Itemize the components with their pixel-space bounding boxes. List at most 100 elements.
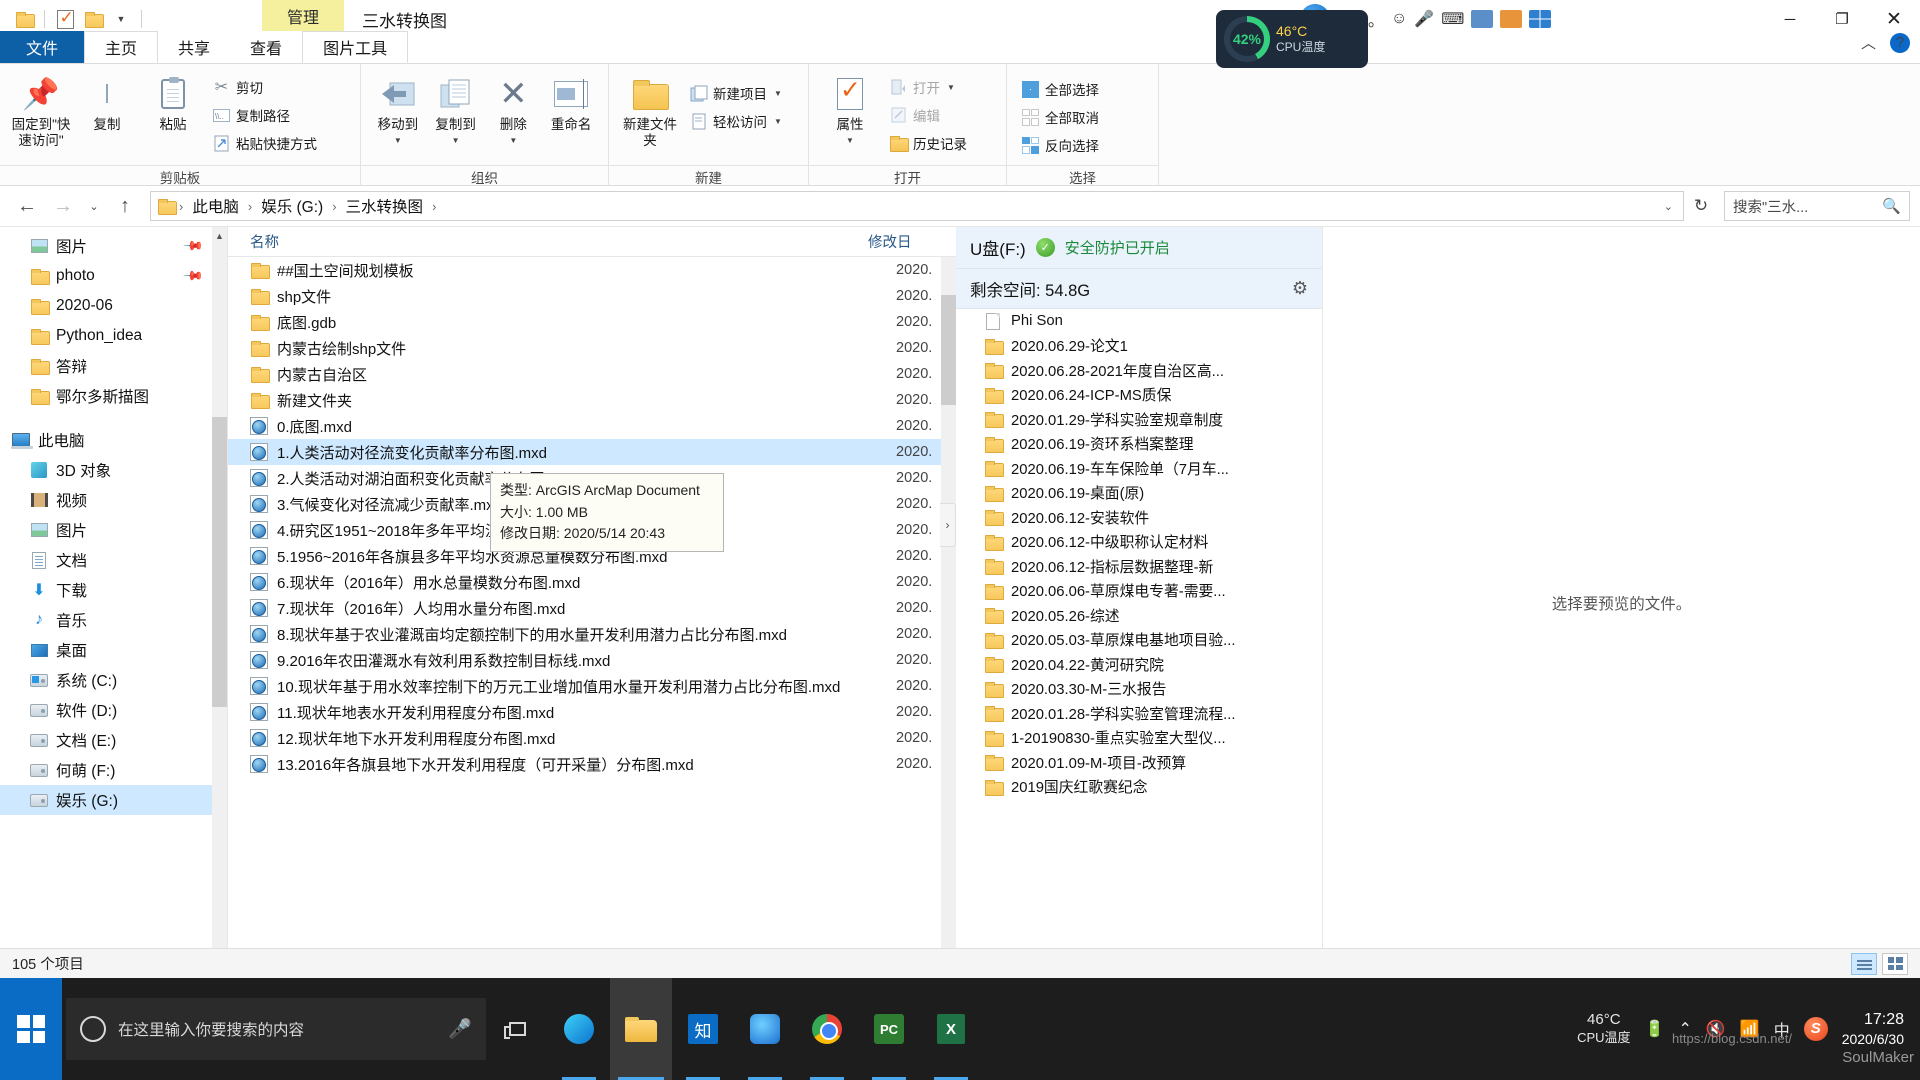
rename-button[interactable]: 重命名 bbox=[544, 70, 598, 133]
chevron-down-icon[interactable]: ▼ bbox=[509, 136, 517, 145]
taskbar-search-input[interactable]: 在这里输入你要搜索的内容 🎤 bbox=[66, 998, 486, 1060]
sidebar-item-pictures[interactable]: 图片 bbox=[0, 515, 227, 545]
history-button[interactable]: 历史记录 bbox=[885, 130, 971, 156]
list-item[interactable]: 2020.01.28-学科实验室管理流程... bbox=[956, 701, 1322, 726]
easy-access-button[interactable]: 轻松访问 ▼ bbox=[685, 108, 786, 134]
help-icon[interactable]: ? bbox=[1890, 32, 1910, 53]
new-folder-button[interactable]: 新建文件夹 bbox=[619, 70, 681, 148]
sidebar-item-videos[interactable]: 视频 bbox=[0, 485, 227, 515]
pin-icon[interactable]: 📌 bbox=[182, 235, 204, 258]
list-item[interactable]: 2020.06.28-2021年度自治区高... bbox=[956, 358, 1322, 383]
properties-button[interactable]: 属性 ▼ bbox=[819, 70, 881, 145]
scroll-up-arrow[interactable]: ▲ bbox=[212, 227, 227, 244]
table-row[interactable]: 底图.gdb 2020. bbox=[228, 309, 956, 335]
tiles-view-icon[interactable] bbox=[1882, 952, 1908, 975]
table-row[interactable]: 10.现状年基于用水效率控制下的万元工业增加值用水量开发利用潜力占比分布图.mx… bbox=[228, 673, 956, 699]
ime-panel-icon[interactable] bbox=[1471, 10, 1494, 28]
list-item[interactable]: 2020.01.09-M-项目-改预算 bbox=[956, 750, 1322, 775]
chevron-down-icon[interactable]: ▼ bbox=[774, 89, 782, 98]
sidebar-item-drive-f[interactable]: 何萌 (F:) bbox=[0, 755, 227, 785]
refresh-button[interactable]: ↻ bbox=[1686, 190, 1716, 222]
folder-icon[interactable] bbox=[10, 5, 38, 33]
chevron-down-icon[interactable]: ▼ bbox=[774, 117, 782, 126]
task-view-icon[interactable] bbox=[486, 978, 548, 1080]
edit-button[interactable]: 编辑 bbox=[885, 102, 971, 128]
chevron-down-icon[interactable]: ▼ bbox=[846, 136, 854, 145]
sidebar-item-python-idea[interactable]: Python_idea bbox=[0, 321, 227, 351]
column-header-date[interactable]: 修改日 bbox=[868, 231, 956, 252]
list-item[interactable]: 2020.06.06-草原煤电专著-需要... bbox=[956, 579, 1322, 604]
table-row[interactable]: 7.现状年（2016年）人均用水量分布图.mxd 2020. bbox=[228, 595, 956, 621]
checklist-icon[interactable] bbox=[51, 5, 79, 33]
forward-button[interactable]: → bbox=[46, 190, 80, 222]
table-row[interactable]: shp文件 2020. bbox=[228, 283, 956, 309]
delete-button[interactable]: ✕ 删除 ▼ bbox=[487, 70, 541, 145]
file-list-scrollbar[interactable] bbox=[941, 257, 956, 949]
keyboard-icon[interactable]: ⌨ bbox=[1441, 9, 1464, 29]
tab-file[interactable]: 文件 bbox=[0, 31, 85, 63]
taskbar-app-pycharm[interactable]: PC bbox=[858, 978, 920, 1080]
tab-picture-tools[interactable]: 图片工具 bbox=[302, 31, 409, 63]
paste-button[interactable]: 粘贴 bbox=[142, 70, 204, 133]
copy-path-button[interactable]: \\.. 复制路径 bbox=[208, 102, 321, 128]
ime-toolbox-icon[interactable] bbox=[1500, 10, 1523, 28]
list-item[interactable]: Phi Son bbox=[956, 309, 1322, 334]
taskbar-app-excel[interactable]: X bbox=[920, 978, 982, 1080]
table-row[interactable]: 12.现状年地下水开发利用程度分布图.mxd 2020. bbox=[228, 725, 956, 751]
chevron-down-icon[interactable]: ▼ bbox=[452, 136, 460, 145]
list-item[interactable]: 2020.01.29-学科实验室规章制度 bbox=[956, 407, 1322, 432]
breadcrumb-item-drive[interactable]: 娱乐 (G:) bbox=[256, 193, 328, 219]
copy-button[interactable]: 复制 bbox=[76, 70, 138, 133]
sidebar-item-photo[interactable]: photo 📌 bbox=[0, 261, 227, 291]
pane-splitter-handle[interactable]: › bbox=[940, 503, 956, 547]
sogou-icon[interactable]: S bbox=[1803, 1016, 1828, 1041]
new-item-button[interactable]: 新建项目 ▼ bbox=[685, 80, 786, 106]
taskbar-app-browser[interactable] bbox=[734, 978, 796, 1080]
select-none-button[interactable]: 全部取消 bbox=[1017, 104, 1103, 130]
copy-to-button[interactable]: 复制到 ▼ bbox=[429, 70, 483, 145]
list-item[interactable]: 2020.05.26-综述 bbox=[956, 603, 1322, 628]
list-item[interactable]: 2020.06.12-指标层数据整理-新 bbox=[956, 554, 1322, 579]
search-icon[interactable]: 🔍 bbox=[1882, 197, 1901, 215]
taskbar-app-edge[interactable] bbox=[548, 978, 610, 1080]
list-item[interactable]: 2020.06.19-车车保险单（7月车... bbox=[956, 456, 1322, 481]
breadcrumb-item-folder[interactable]: 三水转换图 bbox=[341, 193, 429, 219]
recent-locations-button[interactable]: ⌄ bbox=[82, 190, 106, 222]
sidebar-item-drive-g[interactable]: 娱乐 (G:) bbox=[0, 785, 227, 815]
sidebar-item-2020-06[interactable]: 2020-06 bbox=[0, 291, 227, 321]
table-row[interactable]: 13.2016年各旗县地下水开发利用程度（可开采量）分布图.mxd 2020. bbox=[228, 751, 956, 777]
list-item[interactable]: 2020.06.24-ICP-MS质保 bbox=[956, 383, 1322, 408]
breadcrumb-item-this-pc[interactable]: 此电脑 bbox=[187, 193, 244, 219]
list-item[interactable]: 2019国庆红歌赛纪念 bbox=[956, 775, 1322, 800]
sidebar-item-music[interactable]: ♪ 音乐 bbox=[0, 605, 227, 635]
list-item[interactable]: 2020.06.29-论文1 bbox=[956, 334, 1322, 359]
pin-icon[interactable]: 📌 bbox=[182, 265, 204, 288]
list-item[interactable]: 2020.06.19-桌面(原) bbox=[956, 481, 1322, 506]
search-input[interactable]: 搜索"三水... 🔍 bbox=[1724, 191, 1910, 221]
sidebar-item-pictures-qa[interactable]: 图片 📌 bbox=[0, 231, 227, 261]
management-contextual-tab[interactable]: 管理 bbox=[262, 0, 344, 31]
taskbar-app-file-explorer[interactable] bbox=[610, 978, 672, 1080]
list-item[interactable]: 2020.06.12-安装软件 bbox=[956, 505, 1322, 530]
list-item[interactable]: 2020.04.22-黄河研究院 bbox=[956, 652, 1322, 677]
move-to-button[interactable]: 移动到 ▼ bbox=[371, 70, 425, 145]
table-row[interactable]: 0.底图.mxd 2020. bbox=[228, 413, 956, 439]
collapse-ribbon-button[interactable]: ︿ bbox=[1861, 32, 1876, 53]
sidebar-item-3d-objects[interactable]: 3D 对象 bbox=[0, 455, 227, 485]
scrollbar-thumb[interactable] bbox=[941, 295, 956, 405]
table-row[interactable]: 6.现状年（2016年）用水总量模数分布图.mxd 2020. bbox=[228, 569, 956, 595]
tab-share[interactable]: 共享 bbox=[158, 31, 231, 63]
chevron-down-icon[interactable]: ▼ bbox=[394, 136, 402, 145]
chevron-down-icon[interactable]: ▼ bbox=[947, 83, 955, 92]
table-row[interactable]: 内蒙古自治区 2020. bbox=[228, 361, 956, 387]
chevron-down-icon[interactable]: ⌄ bbox=[1664, 200, 1677, 213]
column-header-name[interactable]: 名称 bbox=[228, 231, 868, 252]
table-row[interactable]: 1.人类活动对径流变化贡献率分布图.mxd 2020. bbox=[228, 439, 956, 465]
microphone-icon[interactable]: 🎤 bbox=[448, 1017, 472, 1041]
cut-button[interactable]: ✂ 剪切 bbox=[208, 74, 321, 100]
table-row[interactable]: 8.现状年基于农业灌溉亩均定额控制下的用水量开发利用潜力占比分布图.mxd 202… bbox=[228, 621, 956, 647]
breadcrumb[interactable]: › 此电脑 › 娱乐 (G:) › 三水转换图 › ⌄ bbox=[150, 191, 1684, 221]
sidebar-scrollbar[interactable]: ▲ ▼ bbox=[212, 227, 227, 979]
sidebar-item-drive-c[interactable]: 系统 (C:) bbox=[0, 665, 227, 695]
list-item[interactable]: 1-20190830-重点实验室大型仪... bbox=[956, 726, 1322, 751]
